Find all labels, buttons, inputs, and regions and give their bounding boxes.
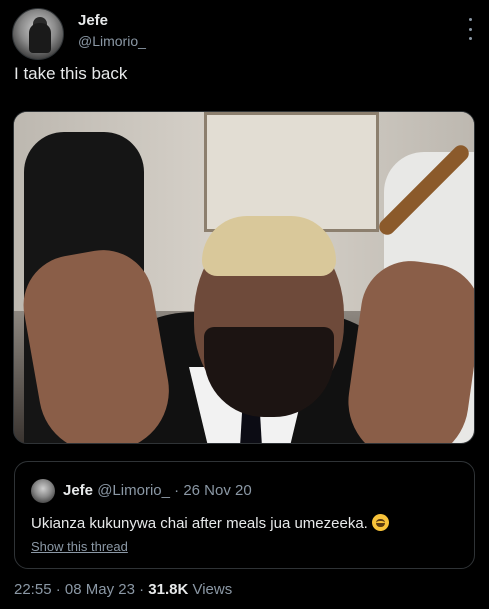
tweet-text: I take this back <box>14 64 128 83</box>
quoted-text-content: Ukianza kukunywa chai after meals jua um… <box>31 515 368 532</box>
tweet-time[interactable]: 22:55 <box>14 581 52 598</box>
photo-hair <box>202 216 336 276</box>
quoted-separator: · <box>174 482 180 499</box>
author-names: Jefe @Limorio_ <box>78 12 146 50</box>
smiling-face-emoji-icon <box>371 514 389 531</box>
quoted-handle: @Limorio_ <box>97 482 170 499</box>
author-display-name[interactable]: Jefe <box>78 12 146 30</box>
avatar-body-shape <box>29 23 51 53</box>
quoted-tweet-meta: Jefe @Limorio_ · 26 Nov 20 <box>63 482 252 500</box>
tweet-photo[interactable] <box>13 111 475 444</box>
author-handle[interactable]: @Limorio_ <box>78 32 146 50</box>
quoted-date[interactable]: 26 Nov 20 <box>183 482 251 499</box>
show-thread-link[interactable]: Show this thread <box>31 539 128 555</box>
more-vertical-icon[interactable] <box>465 18 475 40</box>
views-count[interactable]: 31.8K <box>148 581 188 598</box>
author-avatar[interactable] <box>12 8 64 60</box>
quoted-author-avatar <box>31 479 55 503</box>
quoted-display-name: Jefe <box>63 482 94 499</box>
tweet-footer: 22:55 · 08 May 23 · 31.8K Views <box>14 581 232 599</box>
quoted-tweet[interactable]: Jefe @Limorio_ · 26 Nov 20 Ukianza kukun… <box>14 461 475 569</box>
tweet-header: Jefe @Limorio_ <box>12 8 477 60</box>
quoted-tweet-text: Ukianza kukunywa chai after meals jua um… <box>31 514 389 534</box>
footer-separator-2: · <box>139 581 145 598</box>
tweet-date[interactable]: 08 May 23 <box>65 581 135 598</box>
footer-separator-1: · <box>55 581 61 598</box>
photo-wall-poster <box>204 112 379 232</box>
views-label[interactable]: Views <box>192 581 232 598</box>
